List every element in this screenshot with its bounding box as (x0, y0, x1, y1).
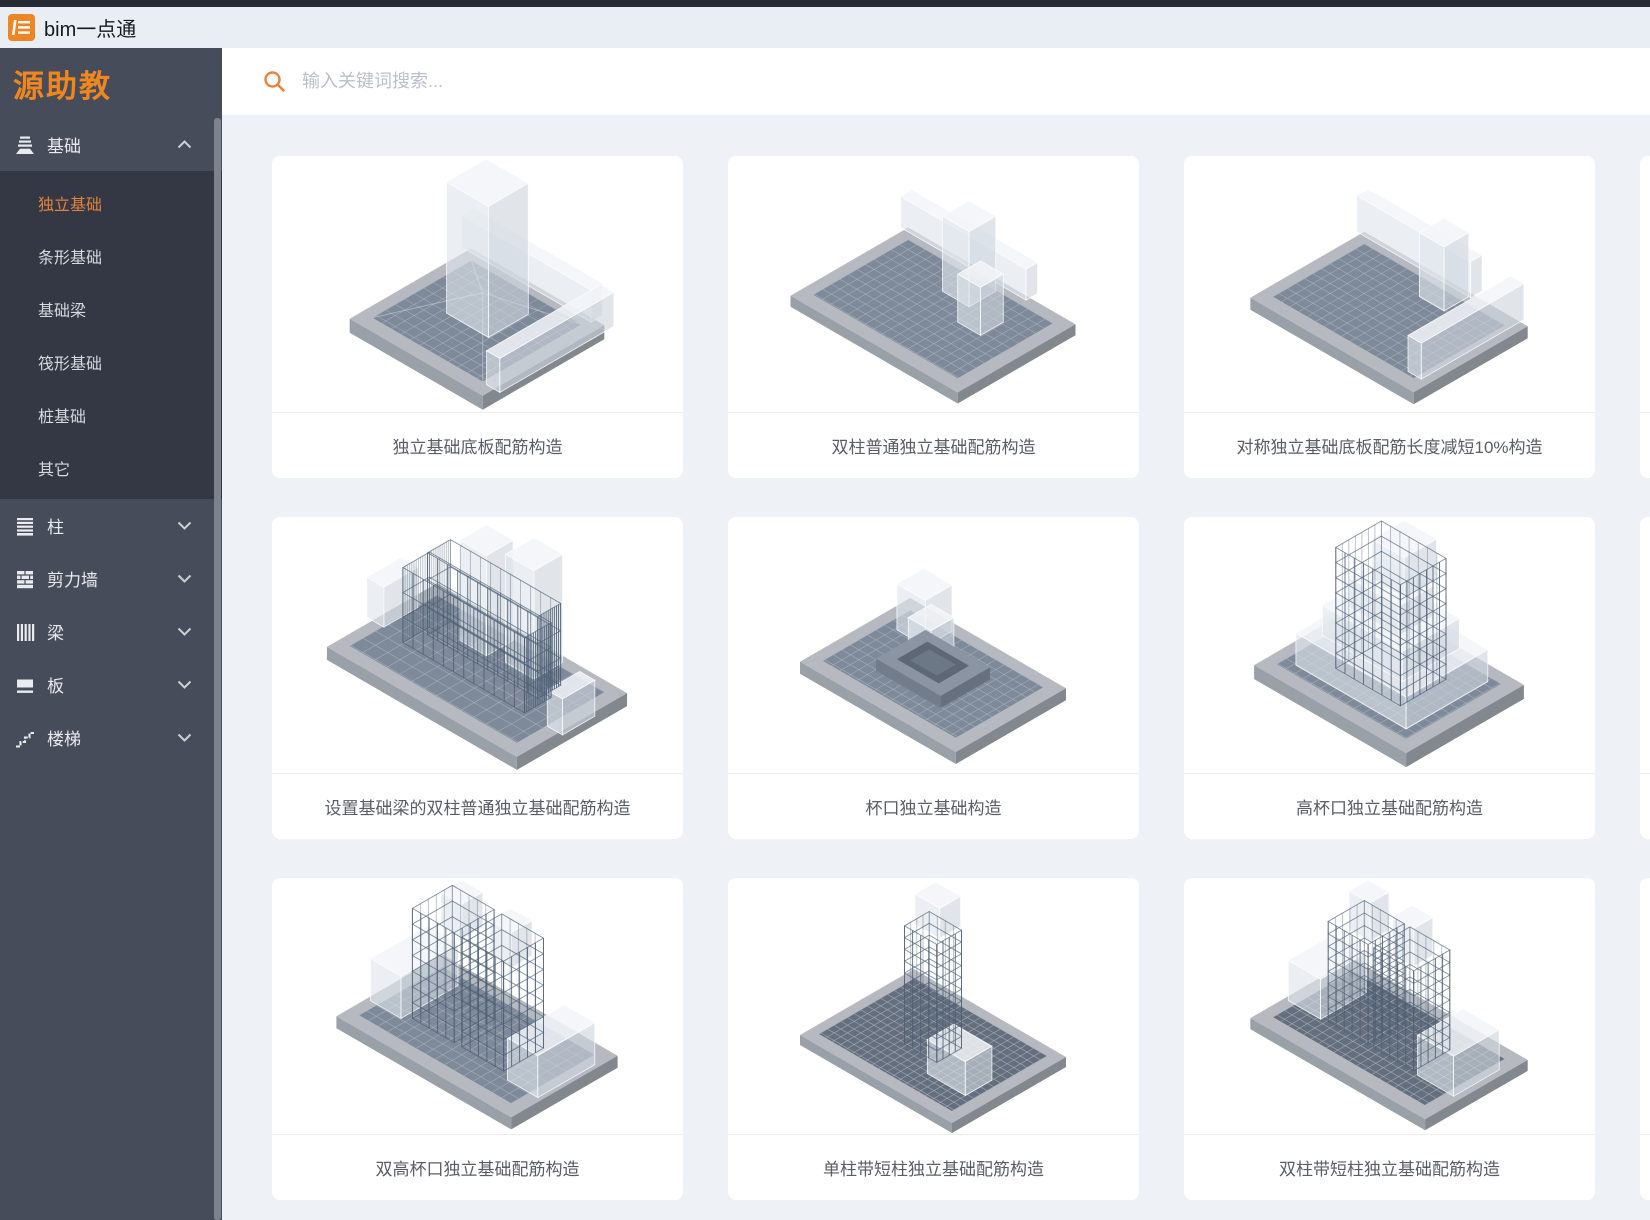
sidebar-subitem-strip-footing[interactable]: 条形基础 (0, 229, 222, 282)
sidebar-subitem-label: 筏形基础 (38, 350, 102, 374)
sidebar: 源助教 基础独立基础条形基础基础梁筏形基础桩基础其它柱剪力墙梁板楼梯 (0, 48, 222, 1220)
model-thumbnail (1640, 517, 1650, 773)
app-title: bim一点通 (44, 13, 136, 42)
model-card-title (1640, 773, 1650, 839)
sidebar-subitem-other[interactable]: 其它 (0, 441, 222, 494)
model-card-title: 高杯口独立基础配筋构造 (1184, 773, 1595, 839)
sidebar-item-beam[interactable]: 梁 (0, 605, 222, 658)
card-grid: 独立基础底板配筋构造双柱普通独立基础配筋构造对称独立基础底板配筋长度减短10%构… (272, 156, 1650, 1200)
model-thumbnail (1640, 878, 1650, 1134)
model-card[interactable]: 双柱普通独立基础配筋构造 (728, 156, 1139, 478)
chevron-down-icon (177, 733, 192, 742)
model-card-title: 对称独立基础底板配筋长度减短10%构造 (1184, 412, 1595, 478)
search-input[interactable] (300, 70, 1004, 93)
app-logo-icon (8, 14, 35, 41)
layout: 源助教 基础独立基础条形基础基础梁筏形基础桩基础其它柱剪力墙梁板楼梯 独立基础底… (0, 48, 1650, 1220)
model-card[interactable]: 对称独立基础底板配筋长度减短10%构造 (1184, 156, 1595, 478)
sidebar-item-label: 基础 (47, 132, 166, 157)
main-area: 独立基础底板配筋构造双柱普通独立基础配筋构造对称独立基础底板配筋长度减短10%构… (222, 48, 1650, 1220)
column-icon (14, 515, 36, 537)
model-thumbnail (728, 156, 1139, 412)
model-card-partial (1640, 878, 1650, 1200)
page: bim一点通 源助教 基础独立基础条形基础基础梁筏形基础桩基础其它柱剪力墙梁板楼… (0, 0, 1650, 1220)
chevron-up-icon (177, 140, 192, 149)
model-card-title: 双高杯口独立基础配筋构造 (272, 1134, 683, 1200)
sidebar-submenu: 独立基础条形基础基础梁筏形基础桩基础其它 (0, 171, 222, 499)
model-thumbnail (1184, 517, 1595, 773)
sidebar-subitem-isolated-footing[interactable]: 独立基础 (0, 176, 222, 229)
sidebar-subitem-foundation-beam[interactable]: 基础梁 (0, 282, 222, 335)
app-bar: bim一点通 (0, 7, 1650, 48)
foundation-icon (14, 134, 36, 156)
model-card[interactable]: 双高杯口独立基础配筋构造 (272, 878, 683, 1200)
search-bar (222, 48, 1650, 115)
model-thumbnail (1640, 156, 1650, 412)
model-thumbnail (728, 878, 1139, 1134)
sidebar-item-label: 剪力墙 (47, 566, 166, 591)
model-card-title: 杯口独立基础构造 (728, 773, 1139, 839)
window-top-strip (0, 0, 1650, 7)
sidebar-nav: 基础独立基础条形基础基础梁筏形基础桩基础其它柱剪力墙梁板楼梯 (0, 118, 222, 764)
chevron-down-icon (177, 574, 192, 583)
shear-wall-icon (14, 568, 36, 590)
sidebar-item-stairs[interactable]: 楼梯 (0, 711, 222, 764)
brand-logo: 源助教 (0, 48, 222, 118)
sidebar-item-column[interactable]: 柱 (0, 499, 222, 552)
model-card-title: 双柱普通独立基础配筋构造 (728, 412, 1139, 478)
sidebar-subitem-label: 基础梁 (38, 297, 86, 321)
sidebar-subitem-label: 其它 (38, 456, 70, 480)
model-card-title: 独立基础底板配筋构造 (272, 412, 683, 478)
scrollbar-thumb[interactable] (214, 118, 221, 1220)
model-card[interactable]: 高杯口独立基础配筋构造 (1184, 517, 1595, 839)
sidebar-item-slab[interactable]: 板 (0, 658, 222, 711)
model-thumbnail (1184, 156, 1595, 412)
sidebar-item-shear-wall[interactable]: 剪力墙 (0, 552, 222, 605)
sidebar-item-label: 楼梯 (47, 725, 166, 750)
model-thumbnail (272, 156, 683, 412)
beam-icon (14, 621, 36, 643)
sidebar-subitem-pile-foundation[interactable]: 桩基础 (0, 388, 222, 441)
model-card-partial (1640, 156, 1650, 478)
model-card[interactable]: 单柱带短柱独立基础配筋构造 (728, 878, 1139, 1200)
model-thumbnail (1184, 878, 1595, 1134)
sidebar-item-label: 梁 (47, 619, 166, 644)
model-card[interactable]: 独立基础底板配筋构造 (272, 156, 683, 478)
slab-icon (14, 674, 36, 696)
content-area: 独立基础底板配筋构造双柱普通独立基础配筋构造对称独立基础底板配筋长度减短10%构… (222, 115, 1650, 1220)
sidebar-item-foundation[interactable]: 基础 (0, 118, 222, 171)
model-thumbnail (272, 517, 683, 773)
sidebar-item-label: 板 (47, 672, 166, 697)
stairs-icon (14, 727, 36, 749)
model-thumbnail (728, 517, 1139, 773)
model-card-partial (1640, 517, 1650, 839)
chevron-down-icon (177, 680, 192, 689)
search-icon (262, 69, 287, 94)
sidebar-scrollbar[interactable] (214, 118, 221, 1220)
sidebar-subitem-label: 条形基础 (38, 244, 102, 268)
model-card-title (1640, 1134, 1650, 1200)
sidebar-subitem-raft-foundation[interactable]: 筏形基础 (0, 335, 222, 388)
model-card[interactable]: 杯口独立基础构造 (728, 517, 1139, 839)
model-card-title: 设置基础梁的双柱普通独立基础配筋构造 (272, 773, 683, 839)
sidebar-item-label: 柱 (47, 513, 166, 538)
model-card-title: 单柱带短柱独立基础配筋构造 (728, 1134, 1139, 1200)
model-card[interactable]: 设置基础梁的双柱普通独立基础配筋构造 (272, 517, 683, 839)
chevron-down-icon (177, 521, 192, 530)
sidebar-subitem-label: 独立基础 (38, 191, 102, 215)
sidebar-subitem-label: 桩基础 (38, 403, 86, 427)
model-card-title: 双柱带短柱独立基础配筋构造 (1184, 1134, 1595, 1200)
chevron-down-icon (177, 627, 192, 636)
model-thumbnail (272, 878, 683, 1134)
model-card[interactable]: 双柱带短柱独立基础配筋构造 (1184, 878, 1595, 1200)
model-card-title (1640, 412, 1650, 478)
